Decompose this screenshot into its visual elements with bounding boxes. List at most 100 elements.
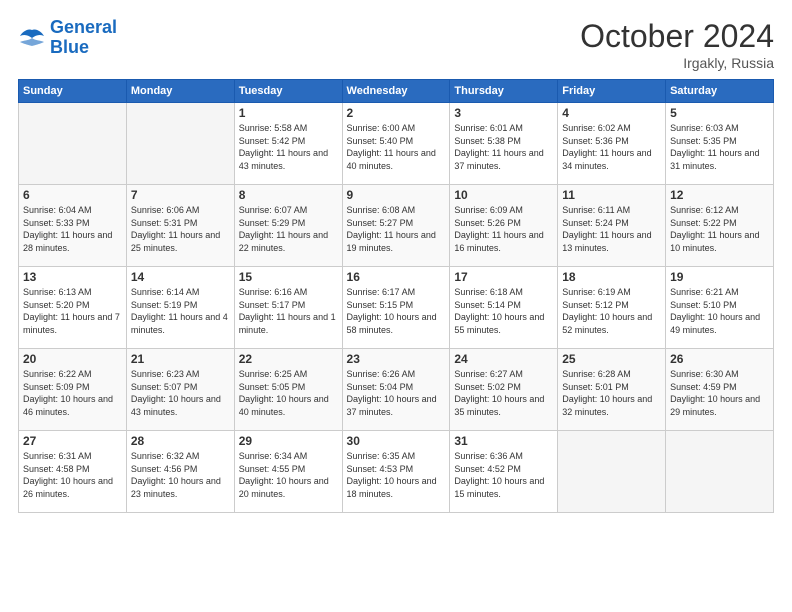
logo-text: General Blue [50, 18, 117, 58]
calendar-table: Sunday Monday Tuesday Wednesday Thursday… [18, 79, 774, 513]
table-row: 24 Sunrise: 6:27 AMSunset: 5:02 PMDayligh… [450, 349, 558, 431]
day-info: Sunrise: 6:16 AMSunset: 5:17 PMDaylight:… [239, 286, 338, 336]
table-row: 30 Sunrise: 6:35 AMSunset: 4:53 PMDayligh… [342, 431, 450, 513]
day-number: 5 [670, 106, 769, 120]
day-number: 28 [131, 434, 230, 448]
day-number: 1 [239, 106, 338, 120]
day-info: Sunrise: 6:13 AMSunset: 5:20 PMDaylight:… [23, 286, 122, 336]
logo: General Blue [18, 18, 117, 58]
day-info: Sunrise: 6:36 AMSunset: 4:52 PMDaylight:… [454, 450, 553, 500]
calendar-week-1: 1 Sunrise: 5:58 AMSunset: 5:42 PMDaylight… [19, 103, 774, 185]
month-title: October 2024 [580, 18, 774, 55]
table-row: 6 Sunrise: 6:04 AMSunset: 5:33 PMDaylight… [19, 185, 127, 267]
day-info: Sunrise: 6:30 AMSunset: 4:59 PMDaylight:… [670, 368, 769, 418]
day-number: 10 [454, 188, 553, 202]
day-number: 12 [670, 188, 769, 202]
day-info: Sunrise: 6:06 AMSunset: 5:31 PMDaylight:… [131, 204, 230, 254]
table-row [126, 103, 234, 185]
table-row: 26Sunrise: 6:30 AMSunset: 4:59 PMDayligh… [666, 349, 774, 431]
header-tuesday: Tuesday [234, 80, 342, 103]
day-number: 3 [454, 106, 553, 120]
day-info: Sunrise: 6:08 AMSunset: 5:27 PMDaylight:… [347, 204, 446, 254]
table-row: 11Sunrise: 6:11 AMSunset: 5:24 PMDayligh… [558, 185, 666, 267]
day-info: Sunrise: 6:21 AMSunset: 5:10 PMDaylight:… [670, 286, 769, 336]
day-info: Sunrise: 6:02 AMSunset: 5:36 PMDaylight:… [562, 122, 661, 172]
day-number: 25 [562, 352, 661, 366]
table-row: 21 Sunrise: 6:23 AMSunset: 5:07 PMDayligh… [126, 349, 234, 431]
day-number: 2 [347, 106, 446, 120]
day-number: 23 [347, 352, 446, 366]
day-number: 15 [239, 270, 338, 284]
table-row: 4 Sunrise: 6:02 AMSunset: 5:36 PMDaylight… [558, 103, 666, 185]
day-info: Sunrise: 5:58 AMSunset: 5:42 PMDaylight:… [239, 122, 338, 172]
location-subtitle: Irgakly, Russia [580, 55, 774, 71]
day-number: 13 [23, 270, 122, 284]
day-info: Sunrise: 6:22 AMSunset: 5:09 PMDaylight:… [23, 368, 122, 418]
table-row: 13 Sunrise: 6:13 AMSunset: 5:20 PMDayligh… [19, 267, 127, 349]
table-row: 14 Sunrise: 6:14 AMSunset: 5:19 PMDayligh… [126, 267, 234, 349]
table-row: 19 Sunrise: 6:21 AMSunset: 5:10 PMDayligh… [666, 267, 774, 349]
day-info: Sunrise: 6:09 AMSunset: 5:26 PMDaylight:… [454, 204, 553, 254]
header-friday: Friday [558, 80, 666, 103]
calendar-header-row: Sunday Monday Tuesday Wednesday Thursday… [19, 80, 774, 103]
header-monday: Monday [126, 80, 234, 103]
day-number: 22 [239, 352, 338, 366]
day-number: 18 [562, 270, 661, 284]
table-row: 23 Sunrise: 6:26 AMSunset: 5:04 PMDayligh… [342, 349, 450, 431]
table-row: 15 Sunrise: 6:16 AMSunset: 5:17 PMDayligh… [234, 267, 342, 349]
day-number: 4 [562, 106, 661, 120]
day-info: Sunrise: 6:01 AMSunset: 5:38 PMDaylight:… [454, 122, 553, 172]
day-info: Sunrise: 6:34 AMSunset: 4:55 PMDaylight:… [239, 450, 338, 500]
table-row: 7 Sunrise: 6:06 AMSunset: 5:31 PMDaylight… [126, 185, 234, 267]
day-number: 9 [347, 188, 446, 202]
day-number: 7 [131, 188, 230, 202]
day-info: Sunrise: 6:17 AMSunset: 5:15 PMDaylight:… [347, 286, 446, 336]
day-number: 8 [239, 188, 338, 202]
day-info: Sunrise: 6:04 AMSunset: 5:33 PMDaylight:… [23, 204, 122, 254]
table-row: 16 Sunrise: 6:17 AMSunset: 5:15 PMDayligh… [342, 267, 450, 349]
day-number: 16 [347, 270, 446, 284]
day-info: Sunrise: 6:11 AMSunset: 5:24 PMDaylight:… [562, 204, 661, 254]
day-info: Sunrise: 6:28 AMSunset: 5:01 PMDaylight:… [562, 368, 661, 418]
table-row: 8 Sunrise: 6:07 AMSunset: 5:29 PMDaylight… [234, 185, 342, 267]
day-info: Sunrise: 6:26 AMSunset: 5:04 PMDaylight:… [347, 368, 446, 418]
day-number: 6 [23, 188, 122, 202]
table-row: 2 Sunrise: 6:00 AMSunset: 5:40 PMDaylight… [342, 103, 450, 185]
table-row: 1 Sunrise: 5:58 AMSunset: 5:42 PMDaylight… [234, 103, 342, 185]
calendar-week-3: 13 Sunrise: 6:13 AMSunset: 5:20 PMDayligh… [19, 267, 774, 349]
day-number: 20 [23, 352, 122, 366]
day-info: Sunrise: 6:07 AMSunset: 5:29 PMDaylight:… [239, 204, 338, 254]
day-info: Sunrise: 6:03 AMSunset: 5:35 PMDaylight:… [670, 122, 769, 172]
table-row: 3 Sunrise: 6:01 AMSunset: 5:38 PMDaylight… [450, 103, 558, 185]
table-row [19, 103, 127, 185]
day-info: Sunrise: 6:00 AMSunset: 5:40 PMDaylight:… [347, 122, 446, 172]
day-number: 21 [131, 352, 230, 366]
table-row: 28 Sunrise: 6:32 AMSunset: 4:56 PMDayligh… [126, 431, 234, 513]
day-info: Sunrise: 6:12 AMSunset: 5:22 PMDaylight:… [670, 204, 769, 254]
day-info: Sunrise: 6:23 AMSunset: 5:07 PMDaylight:… [131, 368, 230, 418]
day-info: Sunrise: 6:25 AMSunset: 5:05 PMDaylight:… [239, 368, 338, 418]
day-number: 30 [347, 434, 446, 448]
table-row: 9 Sunrise: 6:08 AMSunset: 5:27 PMDaylight… [342, 185, 450, 267]
day-number: 14 [131, 270, 230, 284]
logo-icon [18, 26, 46, 50]
day-info: Sunrise: 6:14 AMSunset: 5:19 PMDaylight:… [131, 286, 230, 336]
header-wednesday: Wednesday [342, 80, 450, 103]
calendar-week-2: 6 Sunrise: 6:04 AMSunset: 5:33 PMDaylight… [19, 185, 774, 267]
day-info: Sunrise: 6:35 AMSunset: 4:53 PMDaylight:… [347, 450, 446, 500]
day-number: 19 [670, 270, 769, 284]
page-header: General Blue October 2024 Irgakly, Russi… [18, 18, 774, 71]
table-row [666, 431, 774, 513]
day-info: Sunrise: 6:32 AMSunset: 4:56 PMDaylight:… [131, 450, 230, 500]
table-row [558, 431, 666, 513]
day-info: Sunrise: 6:27 AMSunset: 5:02 PMDaylight:… [454, 368, 553, 418]
table-row: 31Sunrise: 6:36 AMSunset: 4:52 PMDayligh… [450, 431, 558, 513]
table-row: 29 Sunrise: 6:34 AMSunset: 4:55 PMDayligh… [234, 431, 342, 513]
day-number: 24 [454, 352, 553, 366]
day-number: 29 [239, 434, 338, 448]
table-row: 10 Sunrise: 6:09 AMSunset: 5:26 PMDayligh… [450, 185, 558, 267]
day-info: Sunrise: 6:18 AMSunset: 5:14 PMDaylight:… [454, 286, 553, 336]
header-sunday: Sunday [19, 80, 127, 103]
table-row: 22 Sunrise: 6:25 AMSunset: 5:05 PMDayligh… [234, 349, 342, 431]
header-thursday: Thursday [450, 80, 558, 103]
